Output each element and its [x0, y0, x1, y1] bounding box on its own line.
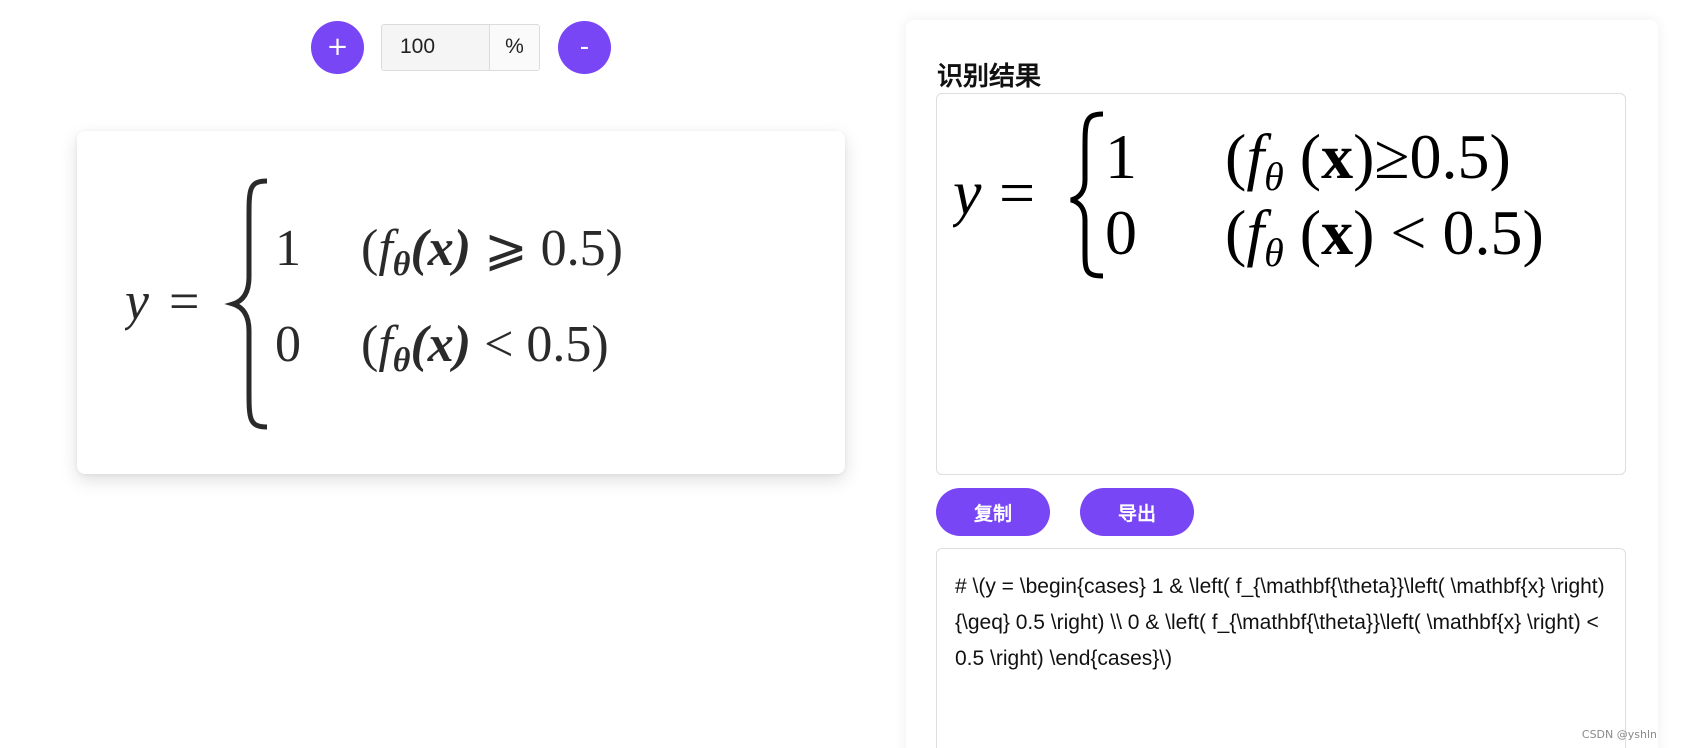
rendered-formula: y = 1 (fθ (x)≥0.5) 0 (fθ (x) < 0.5)	[953, 111, 1544, 279]
rendered-result-box: y = 1 (fθ (x)≥0.5) 0 (fθ (x) < 0.5)	[936, 93, 1626, 475]
zoom-input-group: %	[381, 23, 540, 71]
zoom-out-button[interactable]: -	[558, 20, 611, 74]
result-title: 识别结果	[937, 62, 1042, 92]
preview-lhs: y	[125, 271, 149, 331]
preview-case1-condition: (fθ(x) ⩾ 0.5)	[361, 220, 623, 283]
result-left-brace	[1070, 111, 1104, 279]
result-case2-condition: (fθ (x) < 0.5)	[1225, 197, 1544, 275]
preview-case1-value: 1	[275, 220, 301, 277]
result-equals: =	[999, 157, 1035, 228]
preview-case2-condition: (fθ(x) < 0.5)	[361, 316, 609, 379]
zoom-unit: %	[489, 24, 539, 70]
result-case1-value: 1	[1105, 121, 1137, 192]
page: + % - y = 1 (fθ(x) ⩾ 0.5) 0 (fθ(x) < 0.5…	[0, 0, 1681, 748]
formula-image-preview: y = 1 (fθ(x) ⩾ 0.5) 0 (fθ(x) < 0.5)	[77, 131, 845, 474]
latex-output-textarea[interactable]: # \(y = \begin{cases} 1 & \left( f_{\mat…	[936, 548, 1626, 748]
zoom-toolbar: + % -	[311, 20, 611, 74]
latex-output-text: # \(y = \begin{cases} 1 & \left( f_{\mat…	[955, 575, 1611, 670]
zoom-in-button[interactable]: +	[311, 20, 364, 74]
export-button[interactable]: 导出	[1080, 488, 1194, 536]
result-lhs: y	[953, 157, 982, 228]
preview-case2-value: 0	[275, 316, 301, 373]
preview-left-brace	[224, 178, 268, 430]
watermark: CSDN @yshln	[1581, 728, 1657, 741]
result-case1-condition: (fθ (x)≥0.5)	[1225, 121, 1511, 199]
result-case2-value: 0	[1105, 197, 1137, 268]
copy-button[interactable]: 复制	[936, 488, 1050, 536]
preview-formula: y = 1 (fθ(x) ⩾ 0.5) 0 (fθ(x) < 0.5)	[125, 178, 623, 430]
preview-equals: =	[169, 271, 199, 331]
zoom-input[interactable]	[382, 24, 489, 70]
